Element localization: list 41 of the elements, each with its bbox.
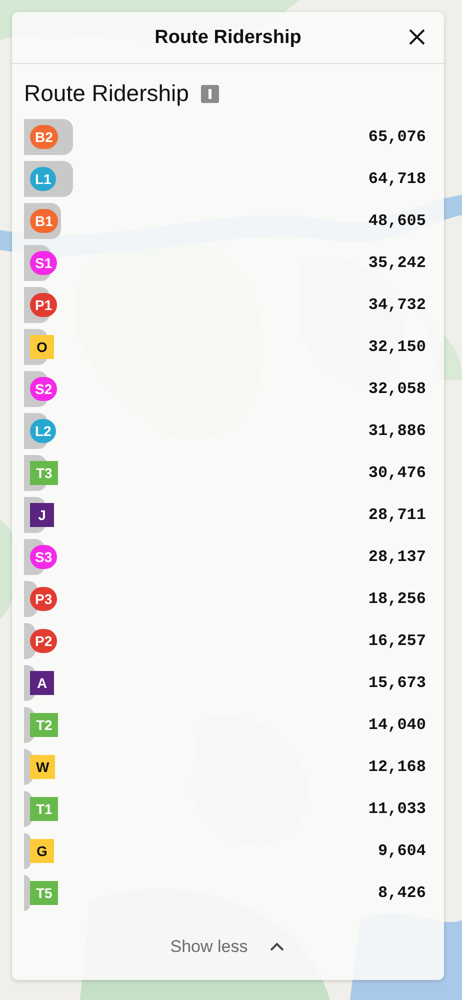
route-badge: P1 — [30, 293, 58, 317]
route-badge: L2 — [30, 419, 56, 443]
ridership-value: 12,168 — [368, 758, 427, 776]
ridership-value: 64,718 — [368, 170, 427, 188]
ridership-value: 48,605 — [368, 212, 427, 230]
ridership-value: 16,257 — [368, 632, 427, 650]
route-badge: G — [30, 839, 54, 863]
ridership-value: 8,426 — [378, 884, 427, 902]
route-badge: S3 — [30, 545, 58, 569]
ridership-value: 28,137 — [368, 548, 427, 566]
ridership-value: 15,673 — [368, 674, 427, 692]
route-badge: T1 — [30, 797, 58, 821]
route-badge: O — [30, 335, 54, 359]
ridership-value: 11,033 — [368, 800, 427, 818]
route-badge: J — [30, 503, 54, 527]
ridership-bar — [24, 875, 30, 911]
info-icon[interactable] — [200, 84, 219, 102]
ridership-value: 65,076 — [368, 128, 427, 146]
ridership-value: 28,711 — [368, 506, 427, 524]
ridership-bar — [24, 833, 32, 869]
section-title: Route Ridership — [24, 80, 189, 107]
panel-title: Route Ridership — [154, 26, 302, 48]
route-badge: P3 — [30, 587, 58, 611]
ridership-value: 32,150 — [368, 338, 427, 356]
ridership-value: 30,476 — [368, 464, 427, 482]
show-less-button[interactable]: Show less — [162, 933, 294, 961]
ridership-value: 34,732 — [368, 296, 427, 314]
route-badge: T2 — [30, 713, 58, 737]
route-badge: W — [30, 755, 56, 779]
ridership-value: 32,058 — [368, 380, 427, 398]
ridership-value: 35,242 — [368, 254, 427, 272]
route-badge: S2 — [30, 377, 58, 401]
ridership-value: 14,040 — [368, 716, 427, 734]
ridership-value: 18,256 — [368, 590, 427, 608]
ridership-value: 9,604 — [378, 842, 427, 860]
route-badge: P2 — [30, 629, 58, 653]
ridership-value: 31,886 — [368, 422, 427, 440]
route-badge: A — [30, 671, 54, 695]
route-badge: T5 — [30, 881, 58, 905]
route-badge: S1 — [30, 251, 58, 275]
route-badge: T3 — [30, 461, 58, 485]
